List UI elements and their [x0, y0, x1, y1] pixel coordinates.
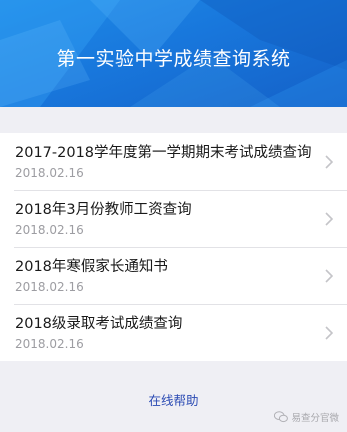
item-title: 2018级录取考试成绩查询	[15, 316, 183, 332]
item-title: 2018年寒假家长通知书	[15, 259, 168, 275]
page-title: 第一实验中学成绩查询系统	[56, 48, 291, 70]
list-item[interactable]: 2017-2018学年度第一学期期末考试成绩查询 2018.02.16	[0, 133, 347, 190]
list-item[interactable]: 2018级录取考试成绩查询 2018.02.16	[0, 304, 347, 361]
item-date: 2018.02.16	[15, 223, 84, 237]
online-help-link[interactable]: 在线帮助	[0, 390, 347, 409]
wechat-icon	[274, 411, 289, 423]
header-banner: 第一实验中学成绩查询系统	[0, 0, 347, 107]
chevron-right-icon	[325, 212, 333, 226]
chevron-right-icon	[325, 155, 333, 169]
chevron-right-icon	[325, 269, 333, 283]
item-date: 2018.02.16	[15, 166, 84, 180]
watermark-text: 易查分官微	[291, 413, 339, 424]
item-date: 2018.02.16	[15, 337, 84, 351]
list-item[interactable]: 2018年寒假家长通知书 2018.02.16	[0, 247, 347, 304]
item-title: 2017-2018学年度第一学期期末考试成绩查询	[15, 145, 312, 161]
query-list: 2017-2018学年度第一学期期末考试成绩查询 2018.02.16 2018…	[0, 133, 347, 361]
chevron-right-icon	[325, 326, 333, 340]
list-item[interactable]: 2018年3月份教师工资查询 2018.02.16	[0, 190, 347, 247]
watermark: 易查分官微	[274, 410, 339, 424]
item-date: 2018.02.16	[15, 280, 84, 294]
item-title: 2018年3月份教师工资查询	[15, 202, 192, 218]
